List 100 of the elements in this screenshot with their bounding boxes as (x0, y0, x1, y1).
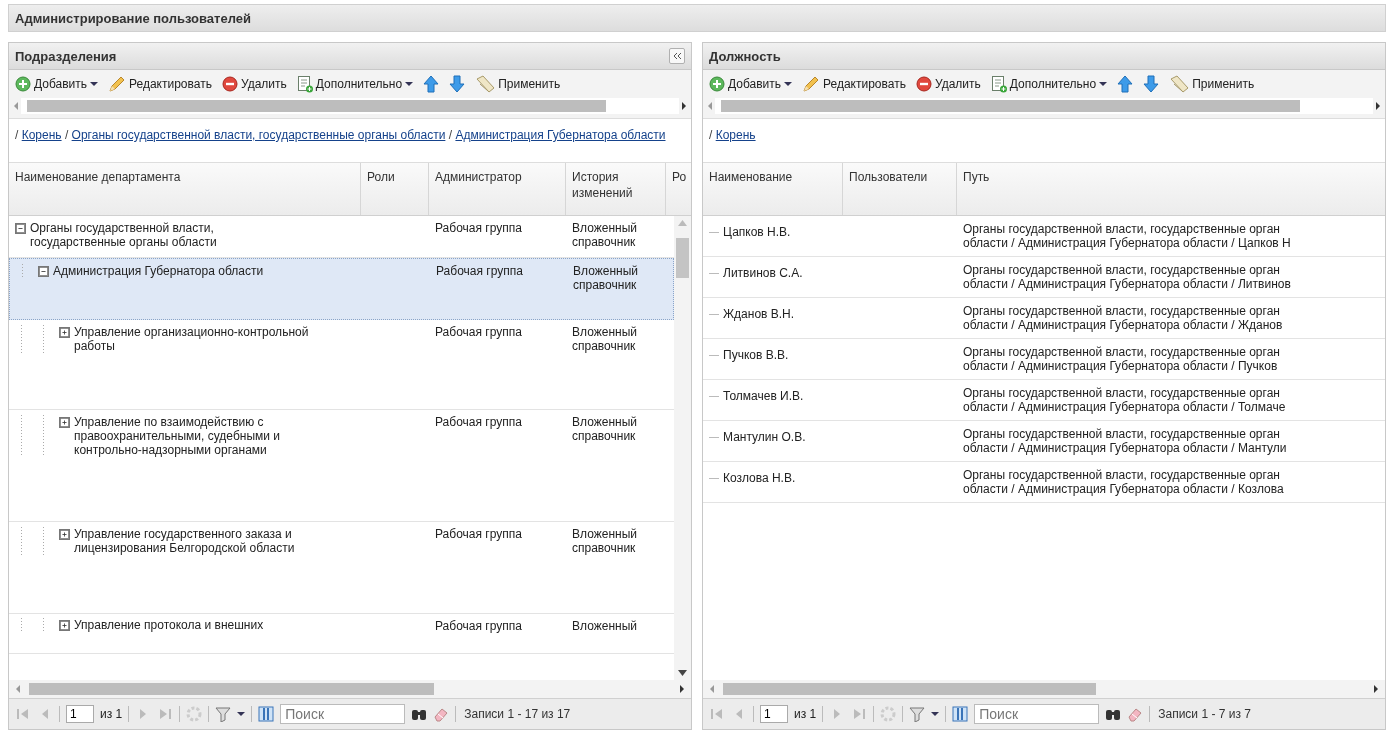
more-button[interactable]: Дополнительно (294, 73, 416, 95)
tree-row[interactable]: Управление по взаимодействию с правоохранительными, судебными и контрольно-надзорными органами Рабочая группа Вложенный справочник (9, 410, 674, 522)
expand-node-icon[interactable] (59, 327, 70, 338)
column-header[interactable]: Администратор (429, 163, 566, 215)
breadcrumb-separator: / (15, 128, 19, 142)
records-summary: Записи 1 - 17 из 17 (464, 707, 571, 721)
scroll-right-icon[interactable] (681, 102, 687, 110)
caret-icon (237, 711, 246, 717)
filter-icon[interactable] (909, 706, 926, 722)
add-icon (15, 76, 31, 92)
pencil-icon (802, 76, 821, 92)
breadcrumb-link[interactable]: Органы государственной власти, государственные органы области (71, 128, 446, 142)
department-name: Управление организационно-контрольной работы (74, 325, 310, 353)
table-cell-text: Рабочая группа (434, 324, 523, 341)
columns-icon[interactable] (952, 706, 969, 722)
table-cell-text: Вложенный справочник (571, 414, 638, 445)
move-up-button[interactable] (421, 73, 442, 95)
eraser-icon[interactable] (1127, 706, 1144, 722)
collapse-button[interactable] (669, 48, 685, 64)
scroll-left-icon[interactable] (15, 685, 21, 693)
scroll-left-icon[interactable] (709, 685, 715, 693)
move-down-button[interactable] (1141, 73, 1162, 95)
search-field[interactable]: Поиск (280, 704, 406, 724)
breadcrumb-link[interactable]: Корень (21, 128, 62, 142)
last-page-icon[interactable] (157, 706, 174, 722)
table-cell-text: Органы государственной власти, государственные орган области / Администрация Губернатора области / Козлова (962, 467, 1285, 498)
refresh-icon[interactable] (880, 706, 897, 722)
edit-button[interactable]: Редактировать (800, 74, 908, 94)
scroll-up-icon[interactable] (678, 220, 687, 226)
delete-button[interactable]: Удалить (219, 74, 289, 94)
add-button[interactable]: Добавить (707, 74, 795, 94)
first-page-icon[interactable] (15, 706, 31, 722)
column-header[interactable]: Пользователи (843, 163, 957, 215)
add-icon (709, 76, 725, 92)
tree-row[interactable]: Управление организационно-контрольной работы Рабочая группа Вложенный справочник (9, 320, 674, 410)
column-header[interactable]: Путь (957, 163, 1385, 215)
expand-node-icon[interactable] (59, 529, 70, 540)
move-down-button[interactable] (447, 73, 468, 95)
scroll-left-icon[interactable] (707, 102, 713, 110)
breadcrumb-separator: / (64, 128, 69, 142)
move-up-button[interactable] (1115, 73, 1136, 95)
arrow-up-icon (1117, 75, 1134, 93)
collapse-node-icon[interactable] (15, 223, 26, 234)
horizontal-scrollbar[interactable] (715, 98, 1373, 114)
table-cell-text: Органы государственной власти, государственные орган области / Администрация Губернатора области / Мантули (962, 426, 1288, 457)
department-name: Администрация Губернатора области (53, 264, 264, 278)
breadcrumb-link[interactable]: Администрация Губернатора области (455, 128, 666, 142)
breadcrumb-separator: / (448, 128, 453, 142)
arrow-up-icon (423, 75, 440, 93)
eraser-icon[interactable] (433, 706, 450, 722)
table-cell-text: Рабочая группа (434, 526, 523, 543)
arrow-down-icon (449, 75, 466, 93)
collapse-node-icon[interactable] (38, 266, 49, 277)
table-cell-text: Рабочая группа (434, 414, 523, 431)
department-name: Органы государственной власти, государственные органы области (30, 221, 218, 249)
first-page-icon[interactable] (709, 706, 725, 722)
page-field[interactable]: 1 (760, 705, 788, 723)
filter-icon[interactable] (215, 706, 232, 722)
pencil-icon (108, 76, 127, 92)
tree-row[interactable]: Управление протокола и внешних Рабочая группа Вложенный (9, 614, 674, 654)
delete-button[interactable]: Удалить (913, 74, 983, 94)
breadcrumb-link[interactable]: Корень (715, 128, 756, 142)
scroll-right-icon[interactable] (1375, 102, 1381, 110)
position-name: Мантулин О.В. (723, 430, 806, 444)
apply-button[interactable]: Применить (473, 73, 563, 95)
more-button[interactable]: Дополнительно (988, 73, 1110, 95)
page-count: из 1 (794, 707, 817, 721)
position-name: Жданов В.Н. (723, 307, 795, 321)
add-button[interactable]: Добавить (13, 74, 101, 94)
breadcrumb-separator: / (709, 128, 713, 142)
table-cell-text: Органы государственной власти, государственные орган области / Администрация Губернатора области / Цапков Н (962, 221, 1292, 252)
panel-title: Должность (709, 48, 782, 64)
expand-node-icon[interactable] (59, 620, 70, 631)
column-header[interactable]: Наименование департамента (9, 163, 361, 215)
records-summary: Записи 1 - 7 из 7 (1158, 707, 1251, 721)
panel-title: Подразделения (15, 48, 118, 64)
table-cell-text: Органы государственной власти, государственные орган области / Администрация Губернатора области / Пучков (962, 344, 1281, 375)
search-field[interactable]: Поиск (974, 704, 1100, 724)
columns-icon[interactable] (258, 706, 275, 722)
edit-button[interactable]: Редактировать (106, 74, 214, 94)
refresh-icon[interactable] (186, 706, 203, 722)
scroll-right-icon[interactable] (679, 685, 685, 693)
column-header[interactable]: История изменений (566, 163, 666, 215)
last-page-icon[interactable] (851, 706, 868, 722)
position-name: Пучков В.В. (723, 348, 789, 362)
column-header[interactable]: Наименование (703, 163, 843, 215)
tree-row[interactable]: Управление государственного заказа и лицензирования Белгородской области Рабочая группа Вложенный справочник (9, 522, 674, 614)
apply-button[interactable]: Применить (1167, 73, 1257, 95)
scroll-left-icon[interactable] (13, 102, 19, 110)
position-name: Цапков Н.В. (723, 225, 791, 239)
caret-icon (931, 711, 940, 717)
table-cell-text: Вложенный (571, 618, 638, 635)
vertical-scrollbar[interactable] (676, 238, 689, 278)
column-header[interactable]: Роли (361, 163, 429, 215)
tree-row[interactable]: Администрация Губернатора области Рабочая группа Вложенный справочник (9, 258, 674, 320)
horizontal-scrollbar[interactable] (21, 98, 679, 114)
expand-node-icon[interactable] (59, 417, 70, 428)
page-field[interactable]: 1 (66, 705, 94, 723)
scroll-right-icon[interactable] (1373, 685, 1379, 693)
scroll-down-icon[interactable] (678, 670, 687, 676)
